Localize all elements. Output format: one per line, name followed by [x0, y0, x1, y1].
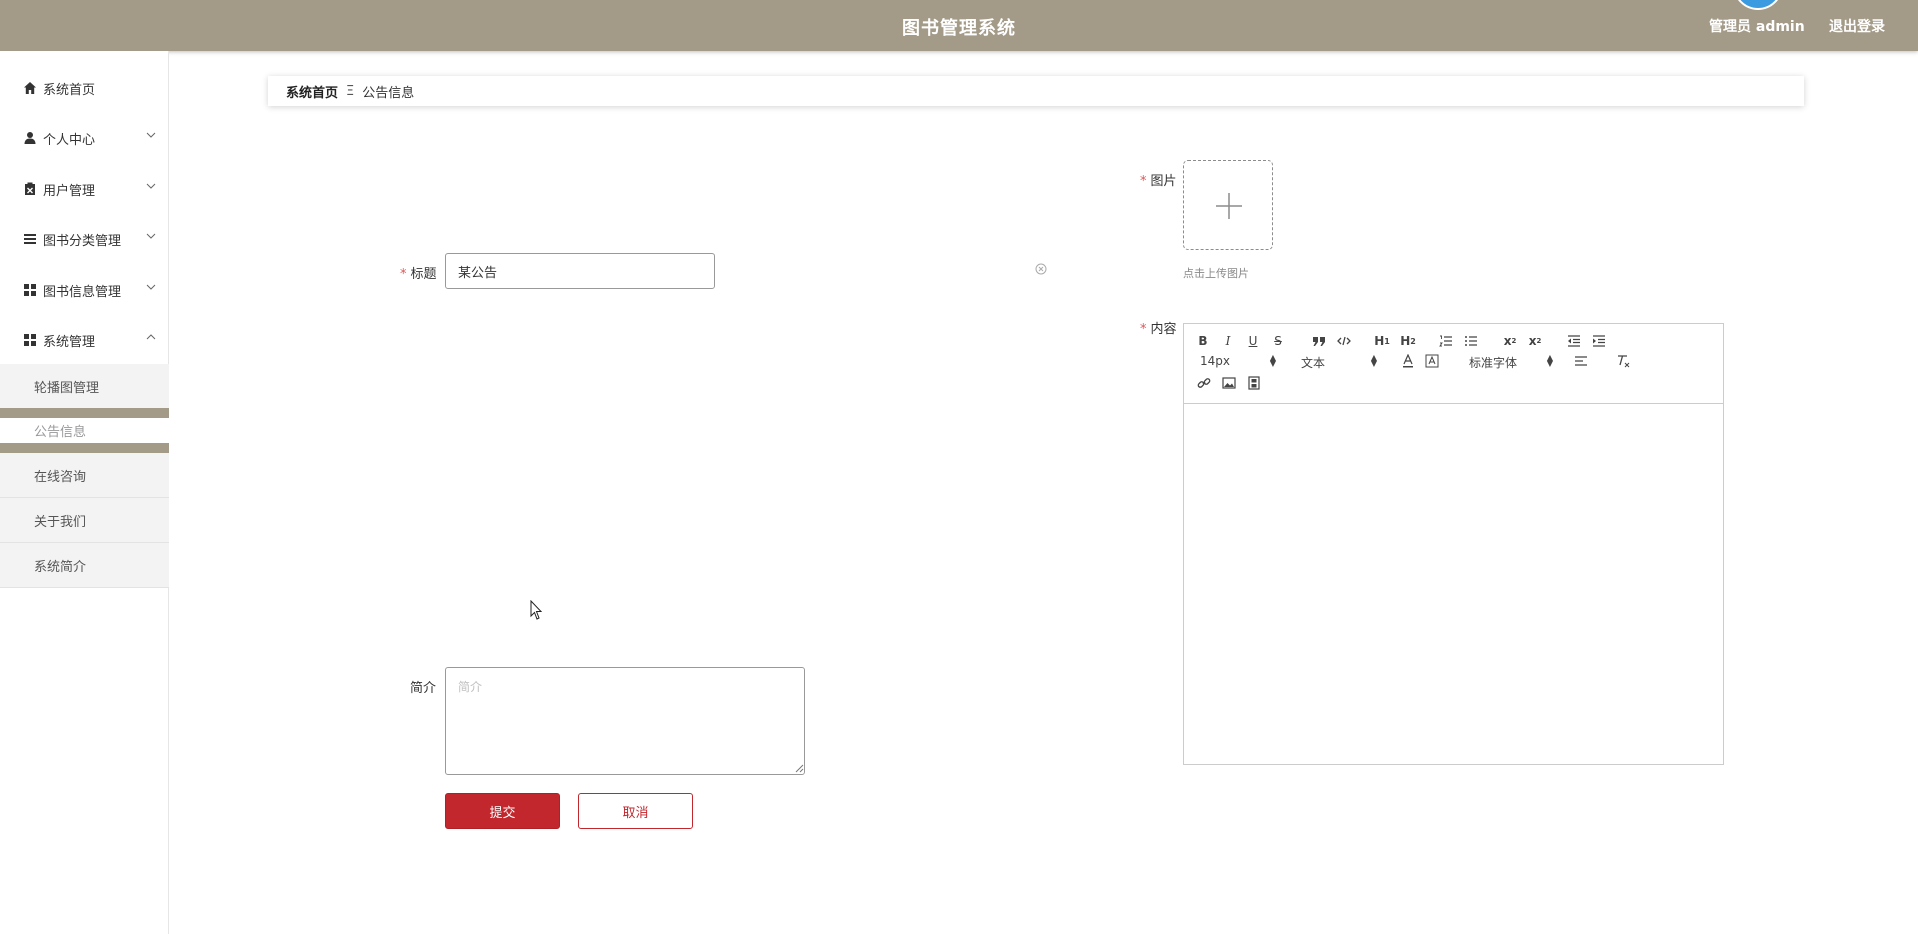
- chevron-down-icon: [146, 183, 156, 189]
- font-size-select[interactable]: 14px ▲ ▼: [1200, 353, 1276, 369]
- chevron-down-icon: [146, 132, 156, 138]
- sidebar-item-label: 图书信息管理: [43, 284, 122, 300]
- app-title: 图书管理系统: [902, 18, 1016, 39]
- code-block-icon[interactable]: [1336, 334, 1352, 348]
- required-mark: *: [1140, 174, 1147, 189]
- heading2-icon[interactable]: H2: [1399, 334, 1417, 348]
- logout-button[interactable]: 退出登录: [1829, 16, 1885, 36]
- sidebar-item-book-info[interactable]: 图书信息管理: [0, 265, 169, 315]
- sidebar-item-system[interactable]: 系统管理: [0, 315, 169, 365]
- sidebar-item-personal[interactable]: 个人中心: [0, 113, 169, 163]
- summary-label-text: 简介: [410, 681, 437, 696]
- rich-text-editor: B I U S H1 H2 x2 x2 14px ▲ ▼ 文本 ▲ ▼ 标准字体…: [1183, 323, 1724, 765]
- select-arrows-icon: ▲ ▼: [1546, 353, 1553, 368]
- cancel-button[interactable]: 取消: [578, 793, 693, 829]
- text-type-value: 文本: [1301, 356, 1326, 370]
- superscript-icon[interactable]: x2: [1527, 334, 1543, 348]
- submenu-about-us[interactable]: 关于我们: [0, 498, 169, 543]
- grid-icon: [23, 283, 37, 297]
- chevron-down-icon: [146, 284, 156, 290]
- background-color-icon[interactable]: [1425, 354, 1439, 368]
- sidebar: 系统首页 个人中心 用户管理 图书分类管理 图书信息管理 系统管理 轮播图管理 …: [0, 51, 169, 934]
- text-type-select[interactable]: 文本 ▲ ▼: [1301, 353, 1377, 371]
- select-arrows-icon: ▲ ▼: [1269, 353, 1276, 368]
- list-icon: [23, 232, 37, 246]
- top-header: 图书管理系统 管理员 admin 退出登录: [0, 0, 1918, 51]
- clipboard-x-icon: [23, 182, 37, 196]
- home-icon: [23, 81, 37, 95]
- title-label-text: 标题: [410, 267, 437, 282]
- chevron-down-icon: [146, 233, 156, 239]
- sidebar-item-users[interactable]: 用户管理: [0, 164, 169, 214]
- subscript-icon[interactable]: x2: [1502, 334, 1518, 348]
- align-icon[interactable]: [1573, 354, 1589, 368]
- avatar[interactable]: [1733, 0, 1783, 10]
- sidebar-item-label: 用户管理: [43, 183, 96, 199]
- required-mark: *: [1140, 322, 1147, 337]
- font-family-value: 标准字体: [1469, 356, 1518, 370]
- grid-icon: [23, 333, 37, 347]
- sidebar-item-label: 个人中心: [43, 132, 96, 148]
- sidebar-item-home[interactable]: 系统首页: [0, 63, 169, 113]
- content-label-text: 内容: [1150, 322, 1177, 337]
- font-color-icon[interactable]: [1401, 354, 1415, 368]
- summary-label: 简介: [410, 677, 436, 696]
- select-arrows-icon: ▲ ▼: [1370, 353, 1377, 368]
- video-icon[interactable]: [1246, 376, 1262, 390]
- image-label: * 图片: [1140, 170, 1177, 189]
- chevron-up-icon: [146, 334, 156, 340]
- sidebar-item-book-category[interactable]: 图书分类管理: [0, 214, 169, 264]
- title-input[interactable]: [445, 253, 715, 289]
- submenu-announcement[interactable]: 公告信息: [0, 408, 169, 453]
- heading1-icon[interactable]: H1: [1373, 334, 1391, 348]
- italic-icon[interactable]: I: [1221, 334, 1235, 348]
- indent-icon[interactable]: [1591, 334, 1607, 348]
- plus-icon: [1216, 193, 1242, 219]
- ordered-list-icon[interactable]: [1438, 334, 1454, 348]
- editor-content-area[interactable]: [1184, 405, 1723, 764]
- link-icon[interactable]: [1196, 376, 1212, 390]
- mouse-cursor-icon: [530, 600, 543, 620]
- underline-icon[interactable]: U: [1246, 334, 1260, 348]
- submenu-system-intro[interactable]: 系统简介: [0, 543, 169, 588]
- required-mark: *: [400, 267, 407, 282]
- current-user: 管理员 admin: [1709, 19, 1805, 35]
- clear-format-icon[interactable]: [1615, 354, 1631, 368]
- breadcrumb: 系统首页 Ξ 公告信息: [268, 76, 1804, 106]
- submenu-carousel[interactable]: 轮播图管理: [0, 364, 169, 409]
- quote-icon[interactable]: [1311, 334, 1327, 348]
- outdent-icon[interactable]: [1566, 334, 1582, 348]
- sidebar-item-label: 图书分类管理: [43, 233, 122, 249]
- breadcrumb-separator: Ξ: [346, 83, 355, 99]
- strikethrough-icon[interactable]: S: [1271, 334, 1285, 348]
- summary-textarea[interactable]: [445, 667, 805, 775]
- submit-button[interactable]: 提交: [445, 793, 560, 829]
- breadcrumb-current: 公告信息: [362, 85, 415, 101]
- image-icon[interactable]: [1221, 376, 1237, 390]
- bold-icon[interactable]: B: [1196, 334, 1210, 348]
- upload-tip: 点击上传图片: [1183, 267, 1249, 280]
- image-upload[interactable]: [1183, 160, 1273, 250]
- font-size-value: 14px: [1200, 354, 1230, 368]
- title-label: * 标题: [400, 263, 437, 282]
- editor-toolbar: B I U S H1 H2 x2 x2 14px ▲ ▼ 文本 ▲ ▼ 标准字体…: [1184, 324, 1723, 404]
- submenu-consultation[interactable]: 在线咨询: [0, 453, 169, 498]
- person-icon: [23, 131, 37, 145]
- sidebar-item-label: 系统管理: [43, 334, 96, 350]
- breadcrumb-home[interactable]: 系统首页: [286, 82, 338, 101]
- clear-icon[interactable]: [1035, 263, 1047, 275]
- image-label-text: 图片: [1150, 174, 1177, 189]
- content-label: * 内容: [1140, 318, 1177, 337]
- resize-grip-icon[interactable]: [794, 763, 804, 773]
- bullet-list-icon[interactable]: [1463, 334, 1479, 348]
- sidebar-item-label: 系统首页: [43, 82, 96, 98]
- font-family-select[interactable]: 标准字体 ▲ ▼: [1469, 353, 1553, 371]
